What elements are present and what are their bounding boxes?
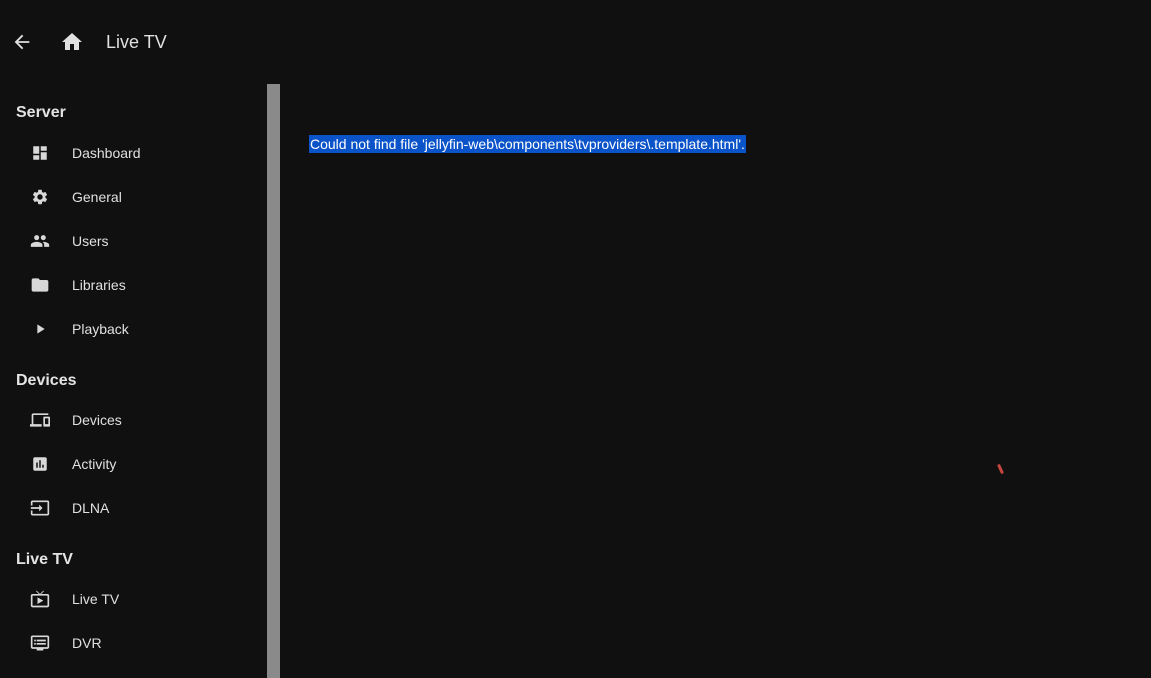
sidebar-item-label: Dashboard [72, 145, 141, 161]
section-header-devices: Devices [16, 372, 77, 389]
sidebar-item-dvr[interactable]: DVR [0, 622, 267, 662]
sidebar-item-label: Libraries [72, 277, 126, 293]
sidebar-item-dlna[interactable]: DLNA [0, 487, 267, 527]
people-icon [30, 231, 50, 251]
devices-icon [30, 410, 50, 430]
sidebar-item-libraries[interactable]: Libraries [0, 264, 267, 304]
play-icon [30, 319, 50, 339]
page-title: Live TV [106, 32, 167, 52]
folder-icon [30, 275, 50, 295]
sidebar-item-label: Activity [72, 456, 117, 472]
sidebar-item-label: Live TV [72, 591, 120, 607]
app-header: Live TV [0, 0, 1151, 84]
sidebar-item-users[interactable]: Users [0, 220, 267, 260]
sidebar-item-playback[interactable]: Playback [0, 308, 267, 348]
back-button[interactable] [8, 28, 36, 56]
sidebar-scrollbar[interactable] [267, 84, 280, 678]
sidebar: Server Dashboard General Users Libraries… [0, 84, 267, 678]
error-message: Could not find file 'jellyfin-web\compon… [309, 135, 746, 153]
arrow-left-icon [14, 34, 30, 50]
home-icon [62, 33, 82, 50]
dvr-icon [30, 633, 50, 653]
sidebar-item-activity[interactable]: Activity [0, 443, 267, 483]
mouse-cursor-mark [997, 463, 1004, 475]
section-header-live-tv: Live TV [16, 551, 73, 568]
main-content: Could not find file 'jellyfin-web\compon… [280, 84, 1151, 678]
sidebar-item-general[interactable]: General [0, 176, 267, 216]
home-button[interactable] [58, 28, 86, 56]
sidebar-item-live-tv[interactable]: Live TV [0, 578, 267, 618]
sidebar-item-label: Playback [72, 321, 129, 337]
sidebar-item-label: General [72, 189, 122, 205]
dashboard-icon [30, 143, 50, 163]
gear-icon [30, 187, 50, 207]
sidebar-item-devices[interactable]: Devices [0, 399, 267, 439]
sidebar-item-label: DLNA [72, 500, 110, 516]
sidebar-item-label: Devices [72, 412, 122, 428]
input-icon [30, 498, 50, 518]
sidebar-item-dashboard[interactable]: Dashboard [0, 132, 267, 172]
sidebar-item-label: DVR [72, 635, 102, 651]
section-header-server: Server [16, 104, 66, 121]
sidebar-item-label: Users [72, 233, 109, 249]
live-tv-icon [30, 589, 50, 609]
activity-chart-icon [30, 454, 50, 474]
